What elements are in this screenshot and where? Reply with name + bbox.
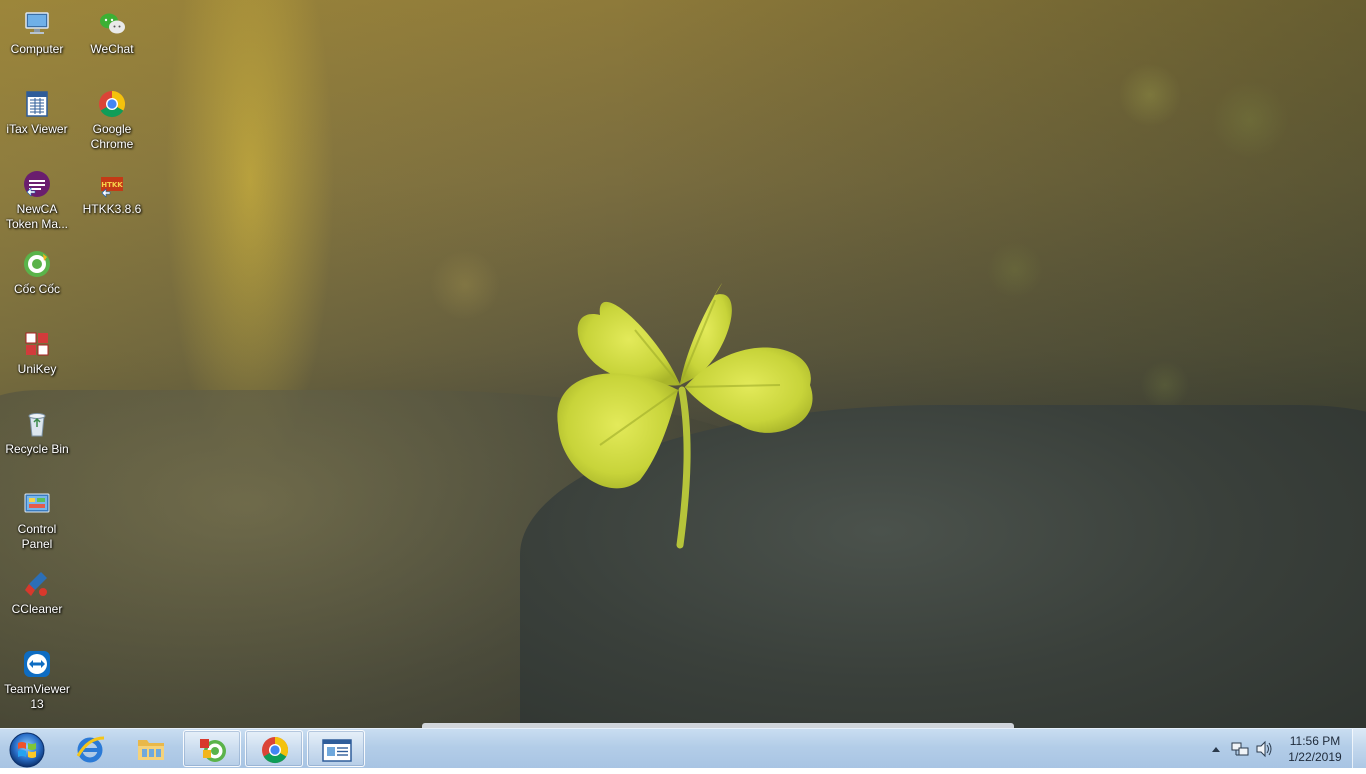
desktop-icon-control-panel[interactable]: Control Panel <box>0 483 74 559</box>
desktop-icon-wechat[interactable]: WeChat <box>75 3 149 79</box>
desktop-icon-label: Computer <box>10 42 64 56</box>
itax-viewer-icon <box>26 91 48 117</box>
desktop-icon-label: WeChat <box>90 42 134 56</box>
chevron-up-icon <box>1212 747 1220 752</box>
desktop-icon-unikey[interactable]: UniKey <box>0 323 74 399</box>
desktop-icon-label: Cốc Cốc <box>13 282 60 296</box>
desktop-icon-label: Control Panel <box>17 522 57 551</box>
htkk-badge-text: HTKK <box>101 181 123 189</box>
desktop-icon-label: iTax Viewer <box>6 122 68 136</box>
ccleaner-icon <box>25 572 47 596</box>
desktop-icon-label: CCleaner <box>11 602 63 616</box>
unikey-icon <box>25 332 49 356</box>
desktop-icon-google-chrome[interactable]: Google Chrome <box>75 83 149 159</box>
wallpaper-clover <box>557 283 813 549</box>
file-explorer-icon <box>138 740 164 760</box>
taskbar-file-explorer[interactable] <box>122 730 180 767</box>
desktop-icon-coc-coc[interactable]: Cốc Cốc <box>0 243 74 319</box>
itax-viewer-icon <box>322 739 352 762</box>
taskbar: 11:56 PM 1/22/2019 <box>0 728 1366 769</box>
desktop-icon-label: NewCA Token Ma... <box>5 202 69 231</box>
windows-start-orb-icon <box>9 732 45 768</box>
desktop-icon-htkk[interactable]: HTKK HTKK3.8.6 <box>75 163 149 239</box>
show-desktop-button[interactable] <box>1352 729 1366 769</box>
coc-coc-icon <box>24 251 50 277</box>
desktop-icon-newca-token-manager[interactable]: NewCA Token Ma... <box>0 163 74 239</box>
newca-token-icon <box>24 171 50 197</box>
clock-date: 1/22/2019 <box>1288 750 1342 764</box>
taskbar-itax-viewer[interactable] <box>307 730 365 767</box>
desktop-icon-computer[interactable]: Computer <box>0 3 74 79</box>
taskbar-google-chrome[interactable] <box>245 730 303 767</box>
desktop-icon-label: Google Chrome <box>90 122 134 151</box>
google-chrome-icon <box>99 90 126 118</box>
recycle-bin-icon <box>28 413 46 437</box>
teamviewer-icon <box>24 651 50 677</box>
show-hidden-icons-button[interactable] <box>1208 729 1224 769</box>
coc-coc-icon <box>200 739 226 762</box>
tray-volume[interactable] <box>1254 729 1274 769</box>
desktop-icon-itax-viewer[interactable]: iTax Viewer <box>0 83 74 159</box>
tray-network[interactable] <box>1230 729 1250 769</box>
internet-explorer-icon <box>76 736 105 763</box>
desktop-icon-label: HTKK3.8.6 <box>82 202 142 216</box>
desktop-icon-recycle-bin[interactable]: Recycle Bin <box>0 403 74 479</box>
start-button[interactable] <box>4 730 50 768</box>
desktop-icon-teamviewer[interactable]: TeamViewer 13 <box>0 643 74 719</box>
system-clock[interactable]: 11:56 PM 1/22/2019 <box>1276 733 1354 765</box>
control-panel-icon <box>24 493 50 513</box>
taskbar-coc-coc[interactable] <box>183 730 241 767</box>
wechat-icon <box>100 13 125 34</box>
clock-time: 11:56 PM <box>1289 734 1341 748</box>
desktop-icon-label: UniKey <box>17 362 57 376</box>
desktop-icon-label: Recycle Bin <box>5 442 69 456</box>
taskbar-internet-explorer[interactable] <box>61 730 119 767</box>
desktop-icon-ccleaner[interactable]: CCleaner <box>0 563 74 639</box>
htkk-icon: HTKK <box>101 177 123 198</box>
desktop-icon-label: TeamViewer 13 <box>4 682 70 711</box>
volume-icon <box>1256 740 1272 758</box>
desktop-wallpaper: Computer iTax Viewer NewCA Token Ma... C… <box>0 0 1366 728</box>
google-chrome-icon <box>262 736 289 764</box>
computer-icon <box>25 12 49 34</box>
network-icon <box>1231 742 1249 756</box>
